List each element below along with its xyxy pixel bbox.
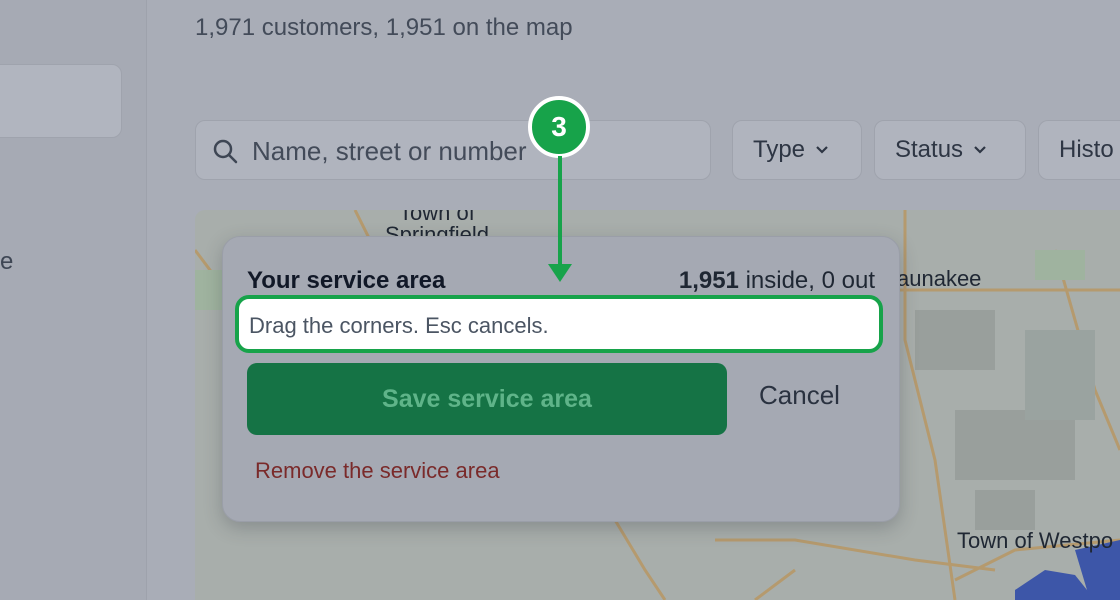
remove-service-area-link[interactable]: Remove the service area xyxy=(255,458,500,484)
sidebar-item-label: e xyxy=(0,248,14,275)
save-service-area-button[interactable]: Save service area xyxy=(247,363,727,435)
status-filter-button[interactable]: Status xyxy=(874,120,1026,180)
history-filter-button[interactable]: Histo xyxy=(1038,120,1120,180)
type-filter-label: Type xyxy=(753,136,806,163)
inside-count-value: 1,951 xyxy=(678,267,739,294)
cancel-button[interactable]: Cancel xyxy=(759,380,840,411)
customer-summary: 1,971 customers, 1,951 on the map xyxy=(195,14,573,41)
inside-count-rest: inside, 0 out xyxy=(738,267,875,294)
map-label-westport: Town of Westpo xyxy=(957,528,1114,553)
sidebar-card[interactable] xyxy=(0,64,122,138)
chevron-down-icon xyxy=(816,146,828,154)
left-sidebar: e xyxy=(0,0,147,600)
history-filter-label: Histo xyxy=(1059,136,1114,163)
popup-title: Your service area xyxy=(247,267,446,294)
status-filter-label: Status xyxy=(895,136,964,163)
type-filter-button[interactable]: Type xyxy=(732,120,862,180)
annotation-arrow-icon xyxy=(548,156,572,282)
search-box[interactable] xyxy=(195,120,711,180)
inside-count: 1,951 inside, 0 out xyxy=(679,267,875,295)
step-badge: 3 xyxy=(528,96,590,158)
instruction-hint: Drag the corners. Esc cancels. xyxy=(235,295,883,353)
search-icon xyxy=(213,139,238,164)
chevron-down-icon xyxy=(974,146,986,154)
map-label-waunakee: aunakee xyxy=(897,266,982,291)
search-input[interactable] xyxy=(252,131,692,171)
